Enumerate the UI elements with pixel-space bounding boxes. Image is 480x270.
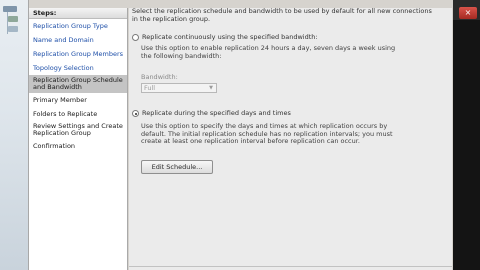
step-item-label: Folders to Replicate [33, 109, 98, 118]
intro-text: Select the replication schedule and band… [132, 7, 432, 23]
steps-header: Steps: [29, 8, 127, 19]
step-item-label: Topology Selection [33, 63, 94, 72]
replicate-continuously-label[interactable]: Replicate continuously using the specifi… [142, 33, 318, 41]
step-item: Folders to Replicate [29, 107, 127, 121]
step-item: Review Settings and Create Replication G… [29, 121, 127, 139]
replicate-scheduled-description: Use this option to specify the days and … [141, 122, 393, 145]
background-tree-panel [0, 0, 28, 270]
close-icon: × [464, 8, 472, 17]
step-item-label: Review Settings and Create Replication G… [33, 122, 123, 137]
replicate-continuously-description: Use this option to enable replication 24… [141, 44, 396, 60]
steps-pane: Steps: Replication Group Type Name and Do… [29, 8, 128, 270]
step-item[interactable]: Name and Domain [29, 33, 127, 47]
tree-node-icon [3, 6, 17, 12]
tree-node-icon [8, 16, 18, 22]
step-item-label: Replication Group Schedule and Bandwidth [33, 76, 123, 91]
bandwidth-label: Bandwidth: [141, 73, 178, 81]
replicate-continuously-radio[interactable] [132, 34, 139, 41]
step-item-label: Replication Group Members [33, 49, 124, 58]
step-item-label: Replication Group Type [33, 21, 108, 30]
steps-list: Replication Group Type Name and Domain Rep… [29, 19, 127, 153]
window-close-button[interactable]: × [459, 7, 477, 19]
step-item-label: Name and Domain [33, 35, 94, 44]
content-bottom-divider [129, 266, 452, 267]
background-desktop-edge [453, 0, 480, 270]
step-item[interactable]: Topology Selection [29, 61, 127, 75]
replicate-scheduled-label[interactable]: Replicate during the specified days and … [142, 109, 291, 117]
step-item-label: Primary Member [33, 95, 87, 104]
step-item: Confirmation [29, 139, 127, 153]
edit-schedule-button[interactable]: Edit Schedule... [141, 160, 213, 174]
replicate-scheduled-radio[interactable] [132, 110, 139, 117]
step-item: Primary Member [29, 93, 127, 107]
wizard-content-pane: Select the replication schedule and band… [129, 7, 452, 270]
new-replication-group-wizard: Steps: Replication Group Type Name and Do… [28, 0, 453, 270]
tree-node-icon [8, 26, 18, 32]
bandwidth-value: Full [144, 84, 156, 92]
step-item: Replication Group Schedule and Bandwidth [29, 75, 127, 93]
bandwidth-select[interactable]: Full ▼ [141, 83, 217, 93]
step-item[interactable]: Replication Group Members [29, 47, 127, 61]
step-item[interactable]: Replication Group Type [29, 19, 127, 33]
chevron-down-icon: ▼ [209, 85, 213, 91]
step-item-label: Confirmation [33, 141, 76, 150]
